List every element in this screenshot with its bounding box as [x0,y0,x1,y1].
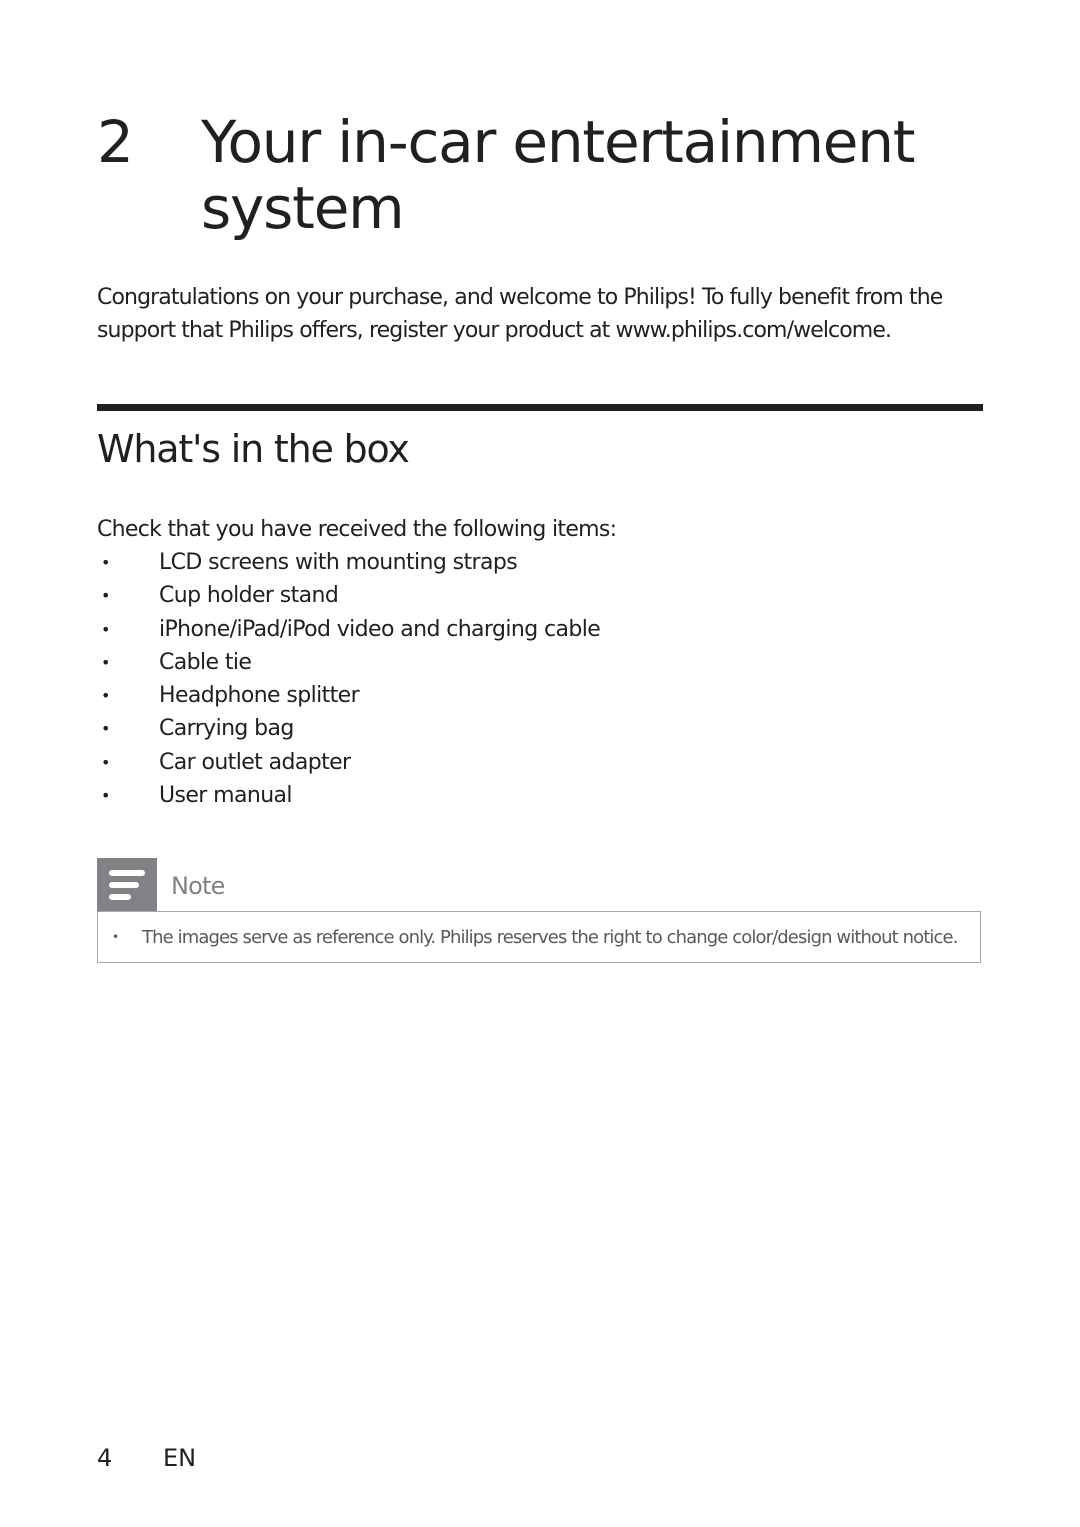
list-item: • Carrying bag [97,712,600,745]
list-item: • Cup holder stand [97,579,600,612]
list-item-text: User manual [159,783,293,809]
list-item-text: iPhone/iPad/iPod video and charging cabl… [159,616,601,642]
bullet: • [101,719,110,739]
list-item: • Car outlet adapter [97,746,600,779]
bullet: • [101,553,110,572]
intro-paragraph: Congratulations on your purchase, and we… [97,285,943,343]
list-item-text: Cable tie [159,649,252,675]
bullet: • [101,619,110,639]
note-text: The images serve as reference only. Phil… [142,926,958,948]
page-number: 4 [97,1444,113,1472]
bullet: • [101,786,110,806]
box-contents-list: • LCD screens with mounting straps • Cup h… [97,546,601,812]
note-box: • The images serve as reference only. Ph… [97,911,981,963]
note-header: Note [97,858,225,912]
page-footer: 4 EN [97,1444,196,1472]
note-label: Note [171,872,225,900]
list-item: • LCD screens with mounting straps [97,546,600,579]
bullet: • [101,686,110,706]
list-item-text: Carrying bag [159,716,294,742]
bullet: • [101,586,110,606]
list-item-text: Headphone splitter [159,683,360,709]
chapter-title-text: Your in-car entertainment system [201,107,916,242]
note-bullet: • [112,930,120,944]
note-lines-icon [97,858,157,912]
list-item: • Headphone splitter [97,679,600,712]
chapter-number: 2 [97,107,134,176]
chapter-title: 2 Your in-car entertainment system [97,109,997,241]
bullet: • [101,752,110,772]
list-item: • Cable tie [97,646,600,679]
section-divider [97,404,983,411]
language-code: EN [163,1444,197,1472]
list-item-text: Cup holder stand [159,583,339,609]
bullet: • [101,652,110,672]
section-lead: Check that you have received the followi… [97,517,617,542]
list-item: • iPhone/iPad/iPod video and charging cab… [97,613,601,646]
section-title: What's in the box [97,427,410,471]
list-item: • User manual [97,779,600,812]
list-item-text: LCD screens with mounting straps [159,550,518,575]
list-item-text: Car outlet adapter [159,749,351,775]
